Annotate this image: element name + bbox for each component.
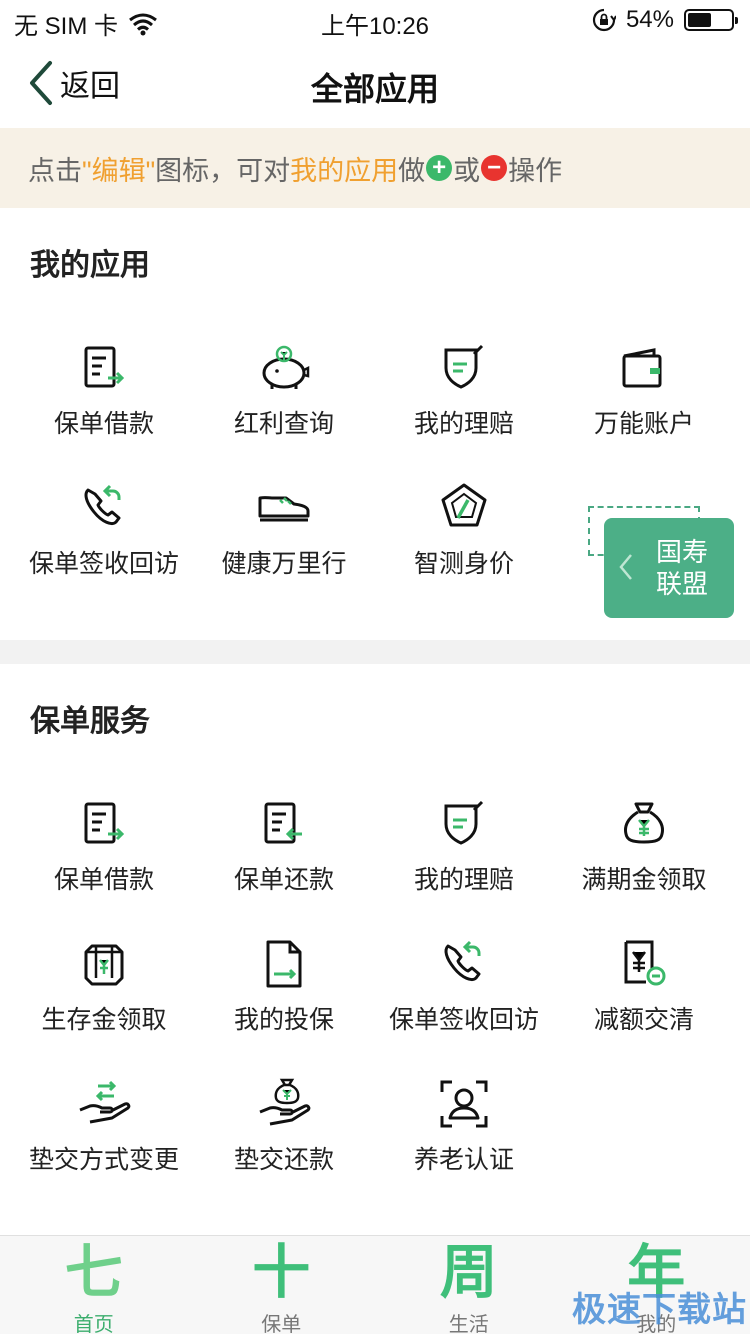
battery-level <box>688 13 711 27</box>
shield-check-icon <box>436 796 492 852</box>
app-label: 垫交还款 <box>233 1146 334 1174</box>
section-divider <box>0 640 750 664</box>
my-apps-title: 我的应用 <box>30 249 150 282</box>
app-item[interactable]: 满期金领取 <box>554 778 734 918</box>
app-label: 我的理赔 <box>413 410 514 438</box>
app-item[interactable]: 减额交清 <box>554 918 734 1058</box>
piggy-bank-icon <box>256 340 312 396</box>
money-bag-icon <box>616 796 672 852</box>
life-tab-icon: 周 <box>439 1238 498 1306</box>
plus-circle-icon: + <box>426 155 453 181</box>
hand-money-icon <box>256 1076 312 1132</box>
tip-suffix: 操作 <box>508 155 563 186</box>
document-export-icon <box>76 340 132 396</box>
app-item[interactable]: 万能账户 <box>554 322 734 462</box>
app-label: 保单签收回访 <box>388 1006 539 1034</box>
app-item[interactable]: 生存金领取 <box>14 918 194 1058</box>
app-item[interactable]: 我的理赔 <box>374 322 554 462</box>
app-label: 健康万里行 <box>221 550 347 578</box>
hand-exchange-icon <box>76 1076 132 1132</box>
app-item[interactable]: 保单还款 <box>194 778 374 918</box>
app-label: 垫交方式变更 <box>28 1146 179 1174</box>
policy-services-grid: 保单借款 保单还款 我的理赔 满期金领取生存金领取 我的投保 保单签收回访 减额交清垫交方式… <box>14 778 734 1198</box>
pentagon-chart-icon <box>436 480 492 536</box>
tip-do: 做 <box>398 155 426 186</box>
tab-policy[interactable]: 十 保单 <box>188 1236 376 1334</box>
app-label: 满期金领取 <box>581 866 707 894</box>
page-title: 全部应用 <box>310 71 439 107</box>
app-item[interactable]: 保单借款 <box>14 322 194 462</box>
yuan-minus-icon <box>616 936 672 992</box>
tab-label: 首页 <box>73 1314 114 1334</box>
policy-services-title: 保单服务 <box>30 705 150 738</box>
tip-or: 或 <box>453 155 481 186</box>
app-label: 万能账户 <box>593 410 694 438</box>
tab-life[interactable]: 周 生活 <box>375 1236 563 1334</box>
app-item[interactable]: 我的理赔 <box>374 778 554 918</box>
tab-label: 生活 <box>448 1314 489 1334</box>
money-box-icon <box>76 936 132 992</box>
app-item[interactable]: 智测身价 <box>374 462 554 602</box>
app-item[interactable]: 健康万里行 <box>194 462 374 602</box>
app-label: 保单借款 <box>53 410 154 438</box>
chevron-left-icon <box>619 554 632 580</box>
app-item[interactable]: 垫交还款 <box>194 1058 374 1198</box>
policy-tab-icon: 十 <box>252 1238 311 1306</box>
app-label: 生存金领取 <box>41 1006 167 1034</box>
shield-check-icon <box>436 340 492 396</box>
app-item[interactable]: 养老认证 <box>374 1058 554 1198</box>
battery-percent: 54% <box>625 6 674 33</box>
float-tab-line2: 联盟 <box>656 569 709 599</box>
phone-callback-icon <box>436 936 492 992</box>
app-label: 减额交清 <box>593 1006 694 1034</box>
app-item[interactable]: 保单签收回访 <box>14 462 194 602</box>
file-sign-icon <box>256 936 312 992</box>
app-item[interactable]: 红利查询 <box>194 322 374 462</box>
app-item[interactable]: 我的投保 <box>194 918 374 1058</box>
tip-my-apps: 我的应用 <box>290 155 399 186</box>
app-label: 智测身价 <box>413 550 514 578</box>
app-label: 保单还款 <box>233 866 334 894</box>
phone-callback-icon <box>76 480 132 536</box>
document-import-icon <box>256 796 312 852</box>
tip-banner: 点击 "编辑" 图标，可对 我的应用 做 + 或 − 操作 <box>0 128 750 208</box>
wallet-icon <box>616 340 672 396</box>
status-right: 54% <box>592 6 738 34</box>
watermark: 极速下载站 <box>572 1291 747 1329</box>
nav-bar: 返回 全部应用 <box>0 40 750 128</box>
app-label: 红利查询 <box>233 410 334 438</box>
app-item[interactable]: 保单签收回访 <box>374 918 554 1058</box>
tip-prefix: 点击 <box>28 155 82 186</box>
face-scan-icon <box>436 1076 492 1132</box>
app-label: 保单签收回访 <box>28 550 179 578</box>
battery-icon <box>684 9 738 31</box>
tab-label: 保单 <box>261 1314 302 1334</box>
float-tab-text: 国寿 联盟 <box>656 536 720 600</box>
tip-middle: 图标，可对 <box>155 155 291 186</box>
document-export-icon <box>76 796 132 852</box>
app-label: 我的理赔 <box>413 866 514 894</box>
status-bar: 无 SIM 卡 上午10:26 54% <box>0 0 750 40</box>
app-item[interactable]: 保单借款 <box>14 778 194 918</box>
app-label: 保单借款 <box>53 866 154 894</box>
float-tab-line1: 国寿 <box>656 537 709 567</box>
minus-circle-icon: − <box>481 155 508 181</box>
sneaker-icon <box>256 480 312 536</box>
guoshou-alliance-tab[interactable]: 国寿 联盟 <box>604 518 734 618</box>
app-label: 养老认证 <box>413 1146 514 1174</box>
rotation-lock-icon <box>592 8 616 32</box>
app-item[interactable]: 垫交方式变更 <box>14 1058 194 1198</box>
home-tab-icon: 七 <box>64 1238 123 1306</box>
app-label: 我的投保 <box>233 1006 334 1034</box>
tip-edit-word: "编辑" <box>82 155 156 186</box>
tab-home[interactable]: 七 首页 <box>0 1236 188 1334</box>
